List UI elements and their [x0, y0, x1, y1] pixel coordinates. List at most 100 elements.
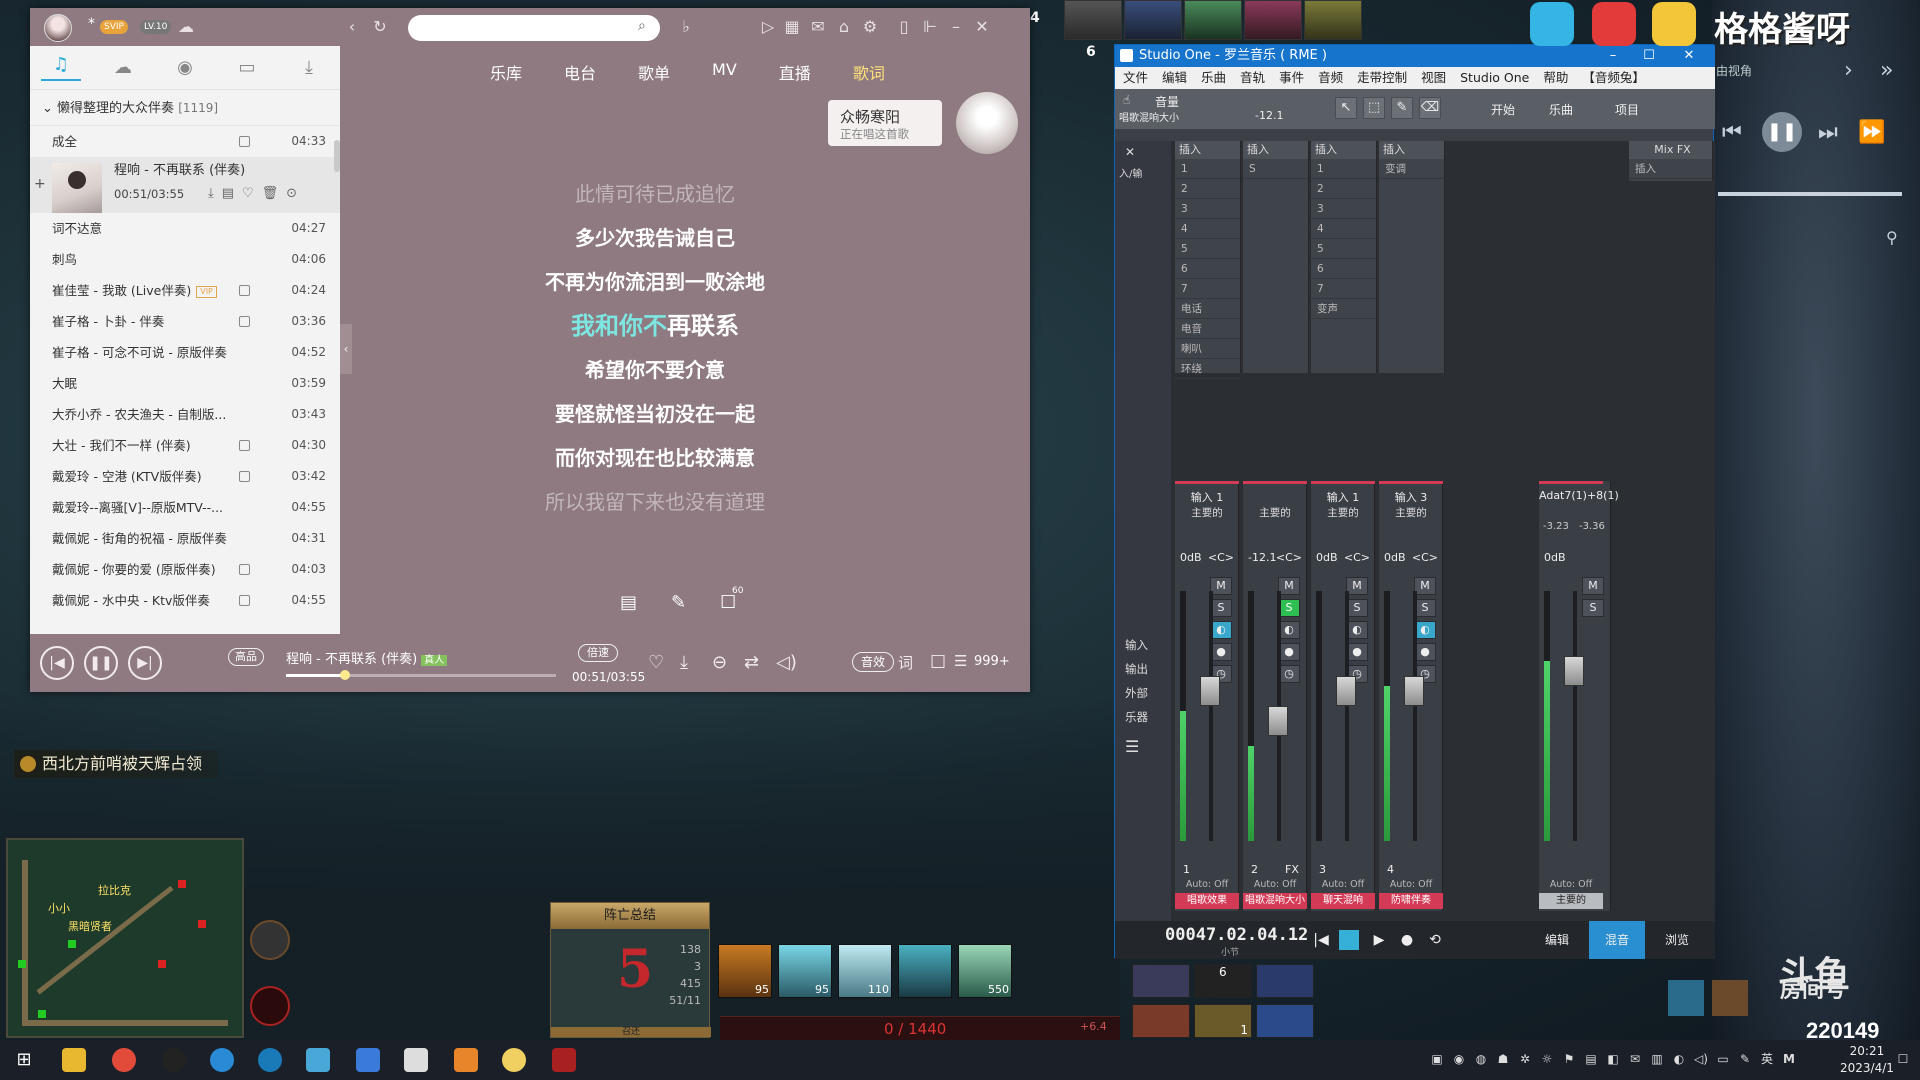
pen-icon[interactable]: ✎ [1738, 1052, 1752, 1066]
ime-mode-icon[interactable]: M [1782, 1052, 1796, 1066]
track-row[interactable]: 大壮 - 我们不一样 (伴奏) 04:30 [30, 430, 340, 461]
page-edit[interactable]: 编辑 [1529, 921, 1585, 959]
channel-input[interactable]: 输入 3 [1379, 489, 1443, 505]
menu-item[interactable]: 音频 [1318, 67, 1343, 89]
quality-button[interactable]: 高品 [228, 648, 264, 666]
record-arm-button[interactable]: ● [1346, 643, 1368, 661]
channel-input[interactable]: Adat7(1)+8(1) [1539, 489, 1619, 502]
insert-slot[interactable]: 电话 [1175, 299, 1240, 319]
menu-item[interactable]: 走带控制 [1357, 67, 1407, 89]
channel-pan[interactable]: <C> [1344, 551, 1370, 564]
insert-slot[interactable]: 7 [1175, 279, 1240, 299]
page-mix[interactable]: 混音 [1589, 921, 1645, 959]
mail-icon[interactable]: ✉ [808, 17, 828, 37]
rewind-icon[interactable]: |◀ [1311, 930, 1331, 950]
tray-icon[interactable]: ▤ [1584, 1052, 1598, 1066]
range-tool-icon[interactable]: ⬚ [1363, 97, 1385, 119]
singer-bubble[interactable]: 众畅寒阳 正在唱这首歌 [828, 100, 942, 146]
track-row[interactable]: 崔子格 - 卜卦 - 伴奏 03:36 [30, 306, 340, 337]
track-row[interactable]: 大眠 03:59 [30, 368, 340, 399]
monitor-button[interactable]: ◐ [1346, 621, 1368, 639]
lyric-display-icon[interactable]: ▤ [620, 592, 637, 613]
automation-status[interactable]: Auto: Off [1175, 879, 1239, 890]
mv-icon[interactable] [239, 136, 250, 147]
tray-icon[interactable]: ◐ [1672, 1052, 1686, 1066]
insert-slot[interactable]: 环绕 [1175, 359, 1240, 379]
menu-item[interactable]: 编辑 [1162, 67, 1187, 89]
ability-slot[interactable]: 95 [718, 944, 772, 998]
music-note-icon[interactable]: ♫ [41, 54, 81, 81]
ability-slot[interactable] [898, 944, 952, 998]
insert-header[interactable]: 插入 [1311, 141, 1376, 159]
nav-tab[interactable]: 电台 [564, 60, 596, 84]
ability-slot[interactable]: 95 [778, 944, 832, 998]
insert-slot[interactable]: 喇叭 [1175, 339, 1240, 359]
menu-item[interactable]: 帮助 [1543, 67, 1568, 89]
mute-button[interactable]: M [1210, 577, 1232, 595]
record-arm-button[interactable]: ● [1414, 643, 1436, 661]
insert-header[interactable]: 插入 [1379, 141, 1444, 159]
mv-icon[interactable] [239, 471, 250, 482]
glyph-button[interactable] [250, 986, 290, 1026]
insert-slot[interactable]: 变声 [1311, 299, 1376, 319]
gear-icon[interactable]: ⚙ [860, 17, 880, 37]
app-icon[interactable] [454, 1048, 478, 1072]
tray-icon[interactable]: ☼ [1540, 1052, 1554, 1066]
tab-song[interactable]: 乐曲 [1549, 101, 1573, 118]
insert-slot[interactable]: S [1243, 159, 1308, 179]
user-avatar[interactable] [44, 14, 72, 42]
queue-icon[interactable]: ☰ [954, 652, 967, 670]
collapse-pane-button[interactable]: ‹ [340, 324, 352, 374]
track-row[interactable]: 戴爱玲 - 空港 (KTV版伴奏) 03:42 [30, 461, 340, 492]
speed-button[interactable]: 倍速 [578, 644, 618, 662]
track-row[interactable]: 戴佩妮 - 水中央 - Ktv版伴奏 04:55 [30, 585, 340, 616]
side-external[interactable]: 外部 [1125, 685, 1148, 701]
track-row[interactable]: 刺鸟 04:06 [30, 244, 340, 275]
menu-item[interactable]: 【音频兔】 [1582, 67, 1645, 89]
record-arm-button[interactable]: ● [1210, 643, 1232, 661]
insert-slot[interactable]: 电音 [1175, 319, 1240, 339]
tray-icon[interactable]: ✉ [1628, 1052, 1642, 1066]
network-icon[interactable]: ▭ [1716, 1052, 1730, 1066]
insert-slot[interactable]: 1 [1311, 159, 1376, 179]
pin-icon[interactable]: ⚲ [1886, 228, 1898, 247]
minimize-button[interactable]: – [1595, 45, 1631, 67]
nav-tab[interactable]: 直播 [779, 60, 811, 84]
volume-icon[interactable]: ◁) [776, 652, 797, 673]
close-icon[interactable]: ✕ [1125, 145, 1135, 159]
arrow-tool-icon[interactable]: ↖ [1335, 97, 1357, 119]
item-slot[interactable]: 1 [1194, 1004, 1252, 1038]
tray-icon[interactable]: ☗ [1496, 1052, 1510, 1066]
insert-slot[interactable]: 变调 [1379, 159, 1444, 179]
insert-slot[interactable]: 2 [1311, 179, 1376, 199]
download-icon[interactable]: ⤓ [289, 57, 329, 78]
fx-label[interactable]: FX [1285, 863, 1299, 876]
channel-input[interactable]: 输入 1 [1311, 489, 1375, 505]
fader-knob[interactable] [1200, 676, 1220, 706]
loop-icon[interactable]: ⇄ [744, 652, 759, 673]
mute-button[interactable]: M [1582, 577, 1604, 595]
progress-knob[interactable] [339, 670, 350, 680]
channel-name[interactable]: 唱歌混响大小 [1243, 893, 1307, 909]
channel-gain[interactable]: 0dB [1544, 551, 1566, 564]
record-arm-button[interactable]: ● [1278, 643, 1300, 661]
tray-icon[interactable]: ▥ [1650, 1052, 1664, 1066]
record-icon[interactable]: ● [1397, 930, 1417, 950]
edit-icon[interactable]: ✎ [671, 592, 686, 613]
volume-icon[interactable]: ◁) [1694, 1052, 1708, 1066]
ime-indicator[interactable]: 英 [1760, 1052, 1774, 1066]
fader-knob[interactable] [1404, 676, 1424, 706]
nav-tab[interactable]: 歌单 [638, 60, 670, 84]
eraser-tool-icon[interactable]: ⌫ [1419, 97, 1441, 119]
channel-gain[interactable]: 0dB [1180, 551, 1202, 564]
previous-button[interactable]: |◀ [40, 646, 74, 680]
minimize-icon[interactable]: – [946, 17, 966, 37]
playlist-header[interactable]: ⌄ 懒得整理的大众伴奏 [1119] [30, 90, 340, 126]
stop-button[interactable] [1339, 930, 1359, 950]
automation-status[interactable]: Auto: Off [1311, 879, 1375, 890]
windows-start-icon[interactable]: ⊞ [12, 1048, 36, 1072]
tray-icon[interactable]: ◧ [1606, 1052, 1620, 1066]
app-icon[interactable] [306, 1048, 330, 1072]
automation-status[interactable]: Auto: Off [1379, 879, 1443, 890]
insert-slot[interactable]: 3 [1311, 199, 1376, 219]
